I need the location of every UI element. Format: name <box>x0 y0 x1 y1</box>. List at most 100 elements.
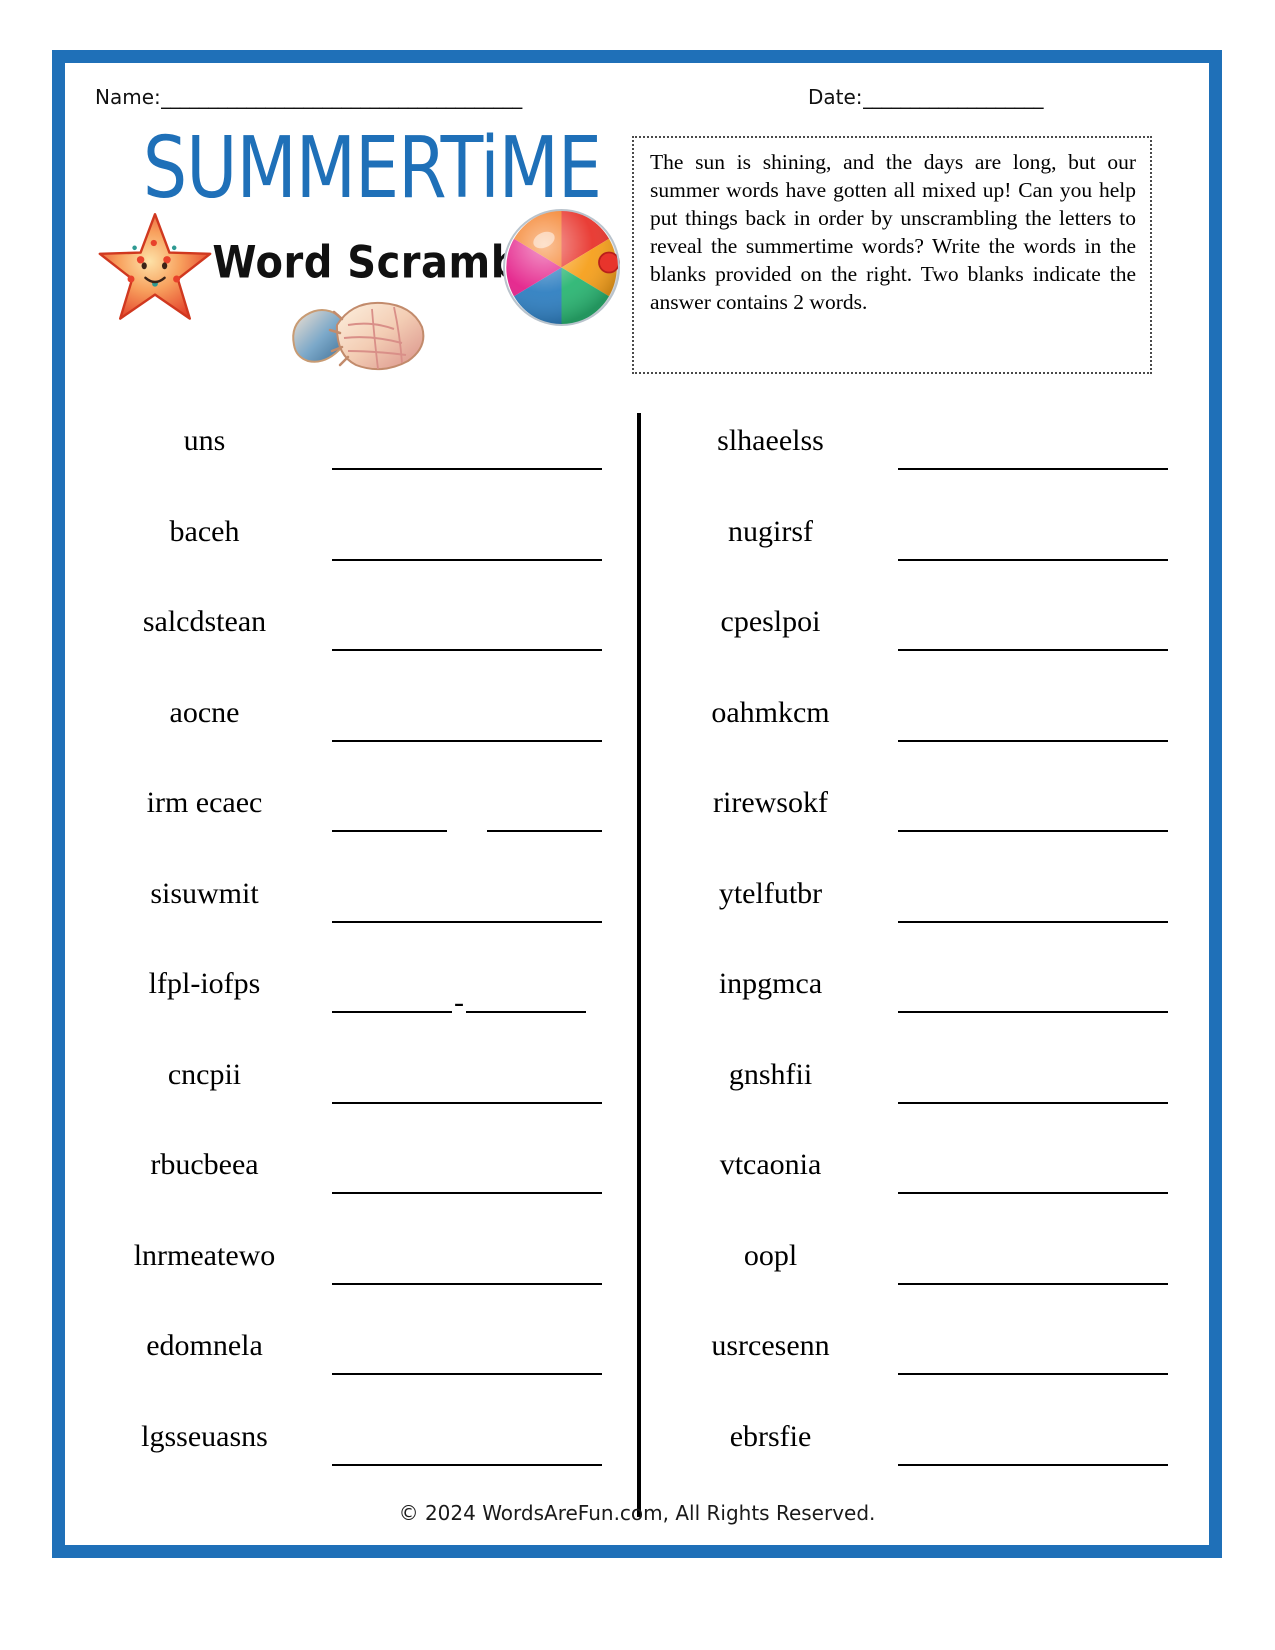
word-scramble-row: oopl <box>653 1225 1185 1316</box>
answer-blank[interactable] <box>898 1257 1168 1285</box>
answer-blank-area[interactable] <box>898 979 1168 1013</box>
answer-blank[interactable] <box>332 1438 602 1466</box>
scramble-word: rbucbeea <box>150 1148 259 1181</box>
word-scramble-row: gnshfii <box>653 1044 1185 1135</box>
answer-blank-area[interactable] <box>332 1251 602 1285</box>
answer-blank-area[interactable] <box>898 436 1168 470</box>
word-scramble-row: edomnela <box>87 1315 619 1406</box>
answer-blank[interactable] <box>898 1166 1168 1194</box>
scramble-word: inpgmca <box>718 967 823 1000</box>
starfish-icon <box>98 213 212 320</box>
answer-blank[interactable] <box>466 985 586 1013</box>
word-scramble-row: ebrsfie <box>653 1406 1185 1497</box>
date-input-rule[interactable]: ___________________ <box>863 85 1095 109</box>
answer-blank-area[interactable] <box>332 708 602 742</box>
scramble-word: sisuwmit <box>150 876 259 910</box>
word-scramble-row: oahmkcm <box>653 682 1185 773</box>
word-scramble-row: vtcaonia <box>653 1134 1185 1225</box>
answer-blank-area[interactable] <box>898 1070 1168 1104</box>
word-scramble-row: salcdstean <box>87 591 619 682</box>
answer-blank-area[interactable] <box>898 1160 1168 1194</box>
scramble-word: cncpii <box>167 1057 242 1091</box>
answer-blank[interactable] <box>898 895 1168 923</box>
instructions-text: The sun is shining, and the days are lon… <box>650 150 1136 315</box>
answer-blank-area[interactable] <box>898 798 1168 832</box>
word-scramble-row: cpeslpoi <box>653 591 1185 682</box>
answer-blank-area[interactable] <box>898 1251 1168 1285</box>
answer-blank-area[interactable] <box>332 1070 602 1104</box>
answer-blank[interactable] <box>898 1347 1168 1375</box>
scramble-word: salcdstean <box>142 605 267 638</box>
answer-blank[interactable] <box>332 1347 602 1375</box>
answer-blank-area[interactable] <box>898 708 1168 742</box>
word-scramble-row: sisuwmit <box>87 863 619 954</box>
scramble-word: irm ecaec <box>146 786 263 819</box>
answer-blank-area[interactable] <box>898 527 1168 561</box>
answer-blank-area[interactable] <box>332 1341 602 1375</box>
title-block: SUMMERTiME Word Scramble <box>87 125 657 385</box>
answer-blank[interactable] <box>332 714 602 742</box>
scramble-word: lnrmeatewo <box>133 1238 276 1272</box>
word-scramble-row: aocne <box>87 682 619 773</box>
answer-blank-area[interactable] <box>332 527 602 561</box>
word-scramble-row: nugirsf <box>653 501 1185 592</box>
answer-blank[interactable] <box>332 1076 602 1104</box>
right-word-column: slhaeelss nugirsf cpeslpoi oahmkcm rirewsokf… <box>653 410 1185 1496</box>
scramble-word: cpeslpoi <box>720 605 821 638</box>
scramble-word: rirewsokf <box>713 786 828 819</box>
word-scramble-row: usrcesenn <box>653 1315 1185 1406</box>
instructions-box: The sun is shining, and the days are lon… <box>632 136 1152 374</box>
answer-blank-area[interactable] <box>332 798 602 832</box>
answer-blank[interactable] <box>898 533 1168 561</box>
answer-blank[interactable] <box>332 442 602 470</box>
scramble-word: uns <box>183 424 226 457</box>
answer-blank[interactable] <box>898 442 1168 470</box>
answer-blank[interactable] <box>332 1166 602 1194</box>
answer-blank-area[interactable] <box>898 617 1168 651</box>
answer-blank[interactable] <box>332 533 602 561</box>
word-scramble-row: lgsseuasns <box>87 1406 619 1497</box>
answer-blank[interactable] <box>898 714 1168 742</box>
date-label: Date: <box>808 85 863 109</box>
answer-blank[interactable] <box>332 895 602 923</box>
page-title: SUMMERTiME <box>142 117 602 218</box>
answer-blank[interactable] <box>898 623 1168 651</box>
answer-blank[interactable] <box>332 1257 602 1285</box>
answer-blank[interactable] <box>898 1438 1168 1466</box>
word-scramble-row: cncpii <box>87 1044 619 1135</box>
word-scramble-row: slhaeelss <box>653 410 1185 501</box>
answer-blank[interactable] <box>332 623 602 651</box>
answer-blank[interactable] <box>898 804 1168 832</box>
scramble-word: gnshfii <box>728 1057 813 1091</box>
answer-blank[interactable] <box>487 804 602 832</box>
scramble-word: baceh <box>169 514 240 548</box>
word-scramble-row: rirewsokf <box>653 772 1185 863</box>
footer-copyright: © 2024 WordsAreFun.com, All Rights Reser… <box>398 1501 876 1525</box>
scramble-word: usrcesenn <box>711 1329 830 1362</box>
scramble-word: ebrsfie <box>729 1419 812 1453</box>
answer-blank-area[interactable] <box>332 436 602 470</box>
answer-blank[interactable] <box>898 1076 1168 1104</box>
scramble-word: nugirsf <box>728 514 813 548</box>
word-scramble-row: uns <box>87 410 619 501</box>
scramble-word: edomnela <box>146 1329 263 1362</box>
word-scramble-row: rbucbeea <box>87 1134 619 1225</box>
name-input-rule[interactable]: ______________________________________ <box>161 85 633 109</box>
answer-blank-area[interactable] <box>332 617 602 651</box>
answer-blank-area[interactable] <box>898 889 1168 923</box>
answer-blank-area[interactable] <box>898 1341 1168 1375</box>
left-word-column: uns baceh salcdstean aocne irm ecaec sisuwmit… <box>87 410 619 1496</box>
word-scramble-row: ytelfutbr <box>653 863 1185 954</box>
word-scramble-row: inpgmca <box>653 953 1185 1044</box>
answer-blank[interactable] <box>898 985 1168 1013</box>
name-label: Name: <box>95 85 161 109</box>
answer-blank[interactable] <box>332 804 447 832</box>
answer-blank[interactable] <box>332 985 452 1013</box>
answer-blank-area[interactable] <box>898 1432 1168 1466</box>
answer-blank-area[interactable] <box>332 1160 602 1194</box>
answer-blank-area[interactable]: - <box>332 979 602 1018</box>
answer-blank-area[interactable] <box>332 889 602 923</box>
date-field-group: Date: ___________________ <box>808 85 1095 109</box>
scramble-word: oahmkcm <box>711 695 830 729</box>
answer-blank-area[interactable] <box>332 1432 602 1466</box>
